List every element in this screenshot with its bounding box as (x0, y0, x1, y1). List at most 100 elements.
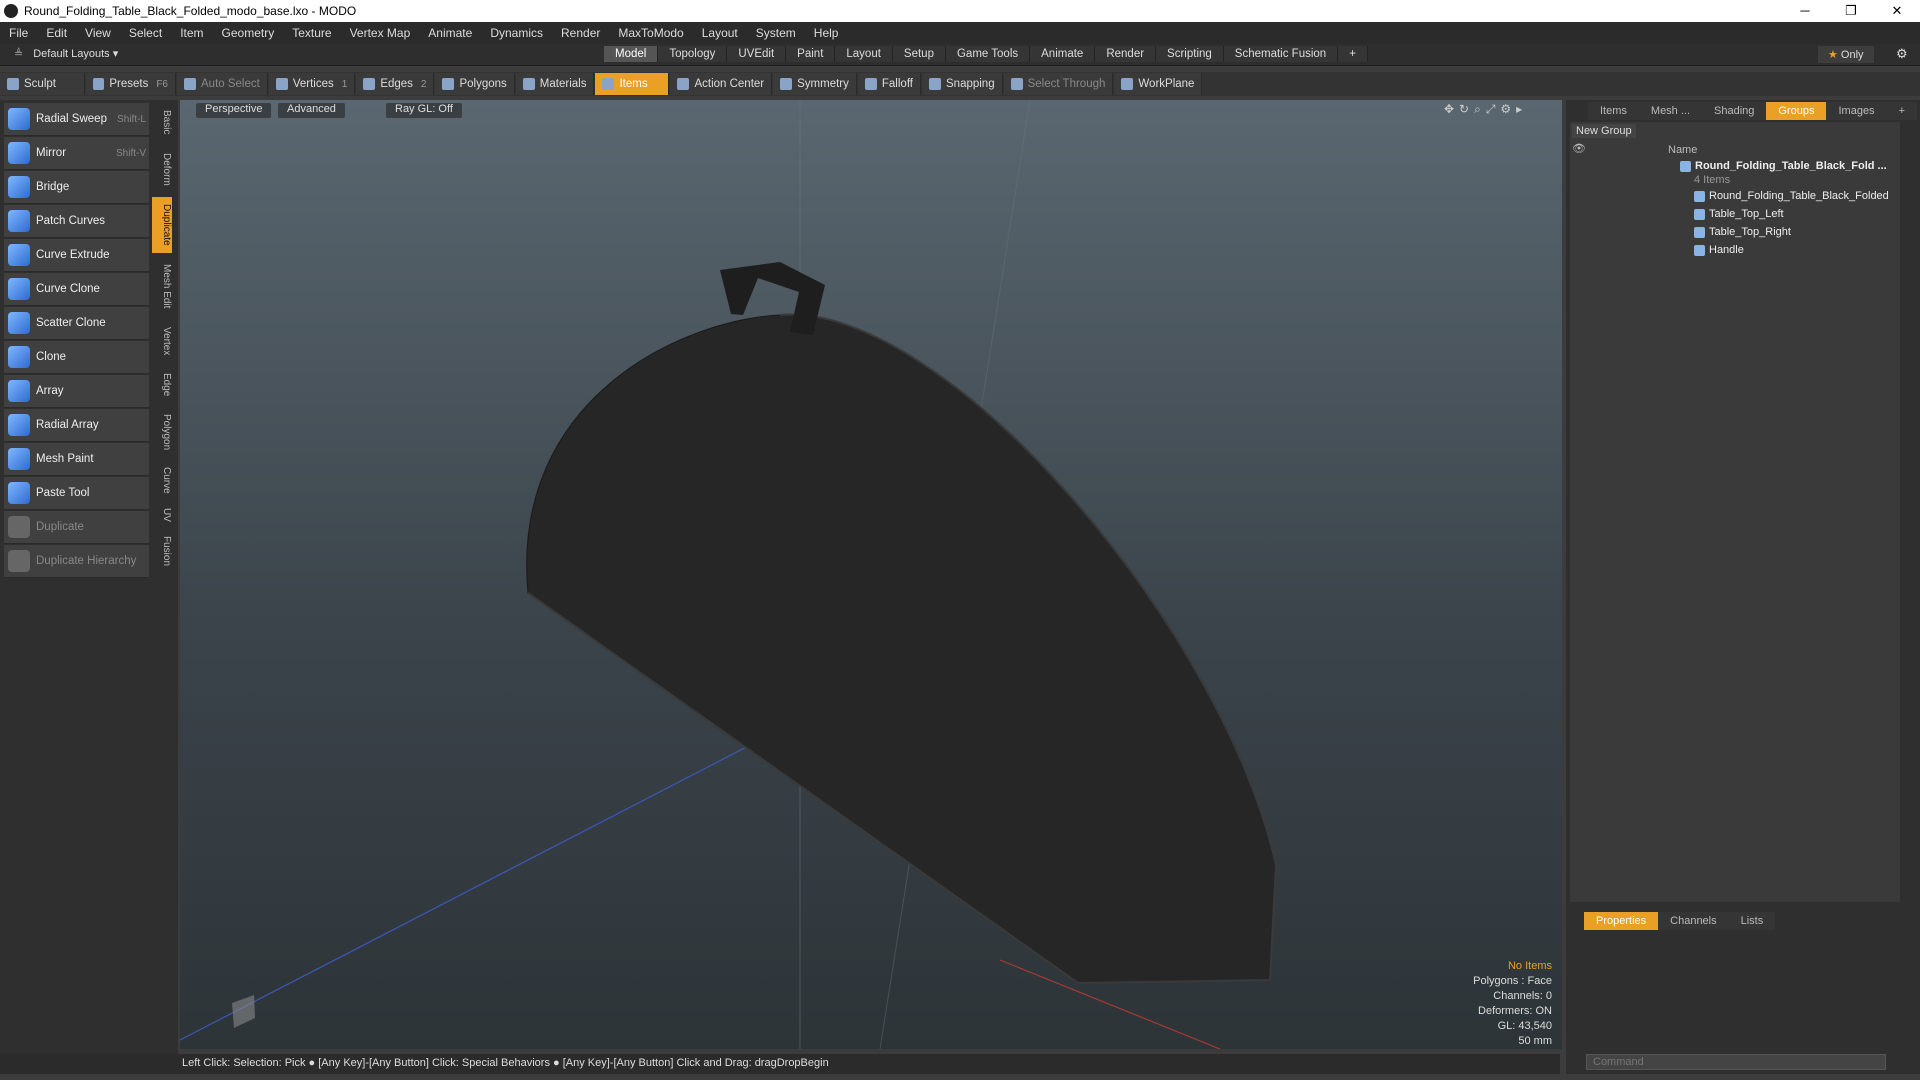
only-toggle[interactable]: ★ Only (1818, 46, 1874, 63)
menu-maxtomodo[interactable]: MaxToModo (609, 26, 692, 40)
tab-model[interactable]: Model (604, 46, 659, 62)
vtab-uv[interactable]: UV (152, 503, 172, 527)
name-column-header[interactable]: Name (1668, 144, 1697, 156)
paste-icon (8, 482, 30, 504)
menu-animate[interactable]: Animate (419, 26, 481, 40)
group-root[interactable]: Round_Folding_Table_Black_Fold ... (1680, 160, 1887, 172)
sculpt-button[interactable]: Sculpt (0, 73, 85, 95)
scatter-clone-tool[interactable]: Scatter Clone (4, 307, 149, 340)
menu-help[interactable]: Help (805, 26, 848, 40)
menu-file[interactable]: File (0, 26, 37, 40)
vtab-deform[interactable]: Deform (152, 145, 172, 193)
locator-icon (1694, 190, 1705, 202)
list-item[interactable]: Table_Top_Left (1694, 208, 1784, 220)
workplane-label: WorkPlane (1138, 78, 1195, 90)
tab-lists[interactable]: Lists (1728, 912, 1776, 930)
vtab-mesh-edit[interactable]: Mesh Edit (152, 257, 172, 315)
tab-mesh[interactable]: Mesh ... (1638, 102, 1703, 120)
patch-curves-tool[interactable]: Patch Curves (4, 205, 149, 238)
mesh-icon (1694, 208, 1705, 220)
duplicate-hierarchy-tool[interactable]: Duplicate Hierarchy (4, 545, 149, 578)
layout-preset-dropdown[interactable]: ≜ Default Layouts ▾ (14, 47, 118, 60)
menu-select[interactable]: Select (120, 26, 171, 40)
symmetry-button[interactable]: Symmetry (773, 73, 857, 95)
tab-scripting[interactable]: Scripting (1156, 46, 1224, 62)
curve-clone-tool[interactable]: Curve Clone (4, 273, 149, 306)
materials-button[interactable]: Materials (515, 73, 595, 95)
tab-items[interactable]: Items (1588, 102, 1639, 120)
falloff-button[interactable]: Falloff (857, 73, 921, 95)
add-tab-button[interactable]: + (1338, 46, 1368, 62)
auto-select-button[interactable]: Auto Select (177, 73, 268, 95)
vtab-fusion[interactable]: Fusion (152, 531, 172, 571)
add-panel-tab-button[interactable]: + (1886, 102, 1917, 120)
menu-view[interactable]: View (76, 26, 120, 40)
menu-item[interactable]: Item (171, 26, 212, 40)
tab-images[interactable]: Images (1826, 102, 1887, 120)
snapping-button[interactable]: Snapping (922, 73, 1003, 95)
3d-viewport[interactable]: Perspective Advanced Ray GL: Off ✥↻⌕⤢⚙▸ … (180, 100, 1562, 1049)
menu-edit[interactable]: Edit (37, 26, 76, 40)
tab-schematic-fusion[interactable]: Schematic Fusion (1223, 46, 1339, 62)
select-through-button[interactable]: Select Through (1003, 73, 1114, 95)
list-item[interactable]: Table_Top_Right (1694, 226, 1791, 238)
menu-geometry[interactable]: Geometry (213, 26, 284, 40)
tab-animate[interactable]: Animate (1030, 46, 1096, 62)
vtab-polygon[interactable]: Polygon (152, 407, 172, 457)
polygons-button[interactable]: Polygons (435, 73, 515, 95)
vtab-duplicate[interactable]: Duplicate (152, 197, 172, 253)
items-button[interactable]: Items (595, 73, 670, 95)
close-button[interactable]: ✕ (1874, 3, 1920, 19)
mirror-tool[interactable]: Mirror Shift-V (4, 137, 149, 170)
tab-setup[interactable]: Setup (892, 46, 946, 62)
vertices-button[interactable]: Vertices 1 (268, 73, 356, 95)
gear-icon[interactable]: ⚙ (1896, 46, 1908, 62)
presets-button[interactable]: Presets F6 (86, 73, 176, 95)
vtab-curve[interactable]: Curve (152, 461, 172, 499)
mesh-paint-tool[interactable]: Mesh Paint (4, 443, 149, 476)
curve-extrude-tool[interactable]: Curve Extrude (4, 239, 149, 272)
tool-label: Patch Curves (36, 215, 106, 227)
radial-array-tool[interactable]: Radial Array (4, 409, 149, 442)
eye-icon[interactable]: 👁 (1572, 142, 1586, 155)
tab-paint[interactable]: Paint (786, 46, 836, 62)
vtab-basic[interactable]: Basic (152, 103, 172, 141)
edges-button[interactable]: Edges 2 (356, 73, 435, 95)
tab-topology[interactable]: Topology (658, 46, 728, 62)
tab-render[interactable]: Render (1095, 46, 1157, 62)
tab-channels[interactable]: Channels (1658, 912, 1729, 930)
tab-uvedit[interactable]: UVEdit (727, 46, 787, 62)
menu-texture[interactable]: Texture (283, 26, 340, 40)
minimize-button[interactable]: ─ (1782, 3, 1828, 19)
menu-layout[interactable]: Layout (693, 26, 747, 40)
tab-game-tools[interactable]: Game Tools (945, 46, 1031, 62)
tab-shading[interactable]: Shading (1702, 102, 1767, 120)
tab-layout[interactable]: Layout (835, 46, 893, 62)
action-center-label: Action Center (694, 78, 765, 90)
menu-system[interactable]: System (747, 26, 805, 40)
bridge-tool[interactable]: Bridge (4, 171, 149, 204)
vtab-edge[interactable]: Edge (152, 367, 172, 403)
array-tool[interactable]: Array (4, 375, 149, 408)
duplicate-tool[interactable]: Duplicate (4, 511, 149, 544)
info-channels: Channels: 0 (1493, 990, 1552, 1002)
tab-groups[interactable]: Groups (1766, 102, 1827, 120)
menu-render[interactable]: Render (552, 26, 609, 40)
workplane-button[interactable]: WorkPlane (1114, 73, 1203, 95)
action-center-button[interactable]: Action Center (670, 73, 773, 95)
list-item[interactable]: Handle (1694, 244, 1744, 256)
tool-label: Scatter Clone (36, 317, 106, 329)
radial-sweep-tool[interactable]: Radial Sweep Shift-L (4, 103, 149, 136)
clone-tool[interactable]: Clone (4, 341, 149, 374)
vtab-vertex[interactable]: Vertex (152, 319, 172, 363)
list-item[interactable]: Round_Folding_Table_Black_Folded (1694, 190, 1889, 202)
symmetry-label: Symmetry (797, 78, 849, 90)
menu-dynamics[interactable]: Dynamics (481, 26, 552, 40)
menu-vertex-map[interactable]: Vertex Map (341, 26, 420, 40)
tool-label: Radial Sweep (36, 113, 107, 125)
command-input[interactable] (1586, 1054, 1886, 1070)
tab-properties[interactable]: Properties (1584, 912, 1659, 930)
new-group-button[interactable]: New Group (1572, 124, 1636, 138)
maximize-button[interactable]: ❐ (1828, 3, 1874, 19)
paste-tool[interactable]: Paste Tool (4, 477, 149, 510)
